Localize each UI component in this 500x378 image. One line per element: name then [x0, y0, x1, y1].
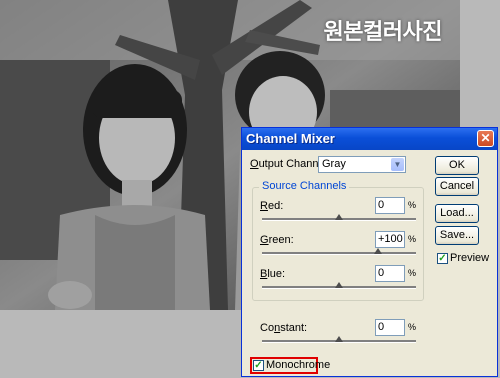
constant-slider-thumb[interactable]: [335, 336, 343, 342]
source-channels-title: Source Channels: [259, 180, 350, 192]
green-input[interactable]: +100: [375, 231, 405, 248]
red-slider-thumb[interactable]: [335, 214, 343, 220]
output-channel-select[interactable]: Gray ▼: [318, 156, 406, 173]
dialog-title: Channel Mixer: [246, 131, 335, 146]
green-unit: %: [408, 234, 417, 244]
green-slider-track[interactable]: [262, 252, 416, 255]
blue-slider-thumb[interactable]: [335, 282, 343, 288]
green-slider-thumb[interactable]: [373, 248, 382, 254]
blue-label: Blue:: [260, 268, 286, 280]
dialog-titlebar[interactable]: Channel Mixer ✕: [242, 128, 497, 150]
close-button[interactable]: ✕: [477, 130, 494, 147]
constant-input[interactable]: 0: [375, 319, 405, 336]
save-button[interactable]: Save...: [435, 226, 479, 245]
close-icon: ✕: [480, 131, 491, 145]
output-channel-value: Gray: [322, 158, 346, 170]
channel-mixer-dialog: Channel Mixer ✕ Output Channel: Gray ▼ S…: [241, 127, 498, 377]
red-input[interactable]: 0: [375, 197, 405, 214]
monochrome-checkbox[interactable]: ✓: [253, 360, 264, 371]
ok-button[interactable]: OK: [435, 156, 479, 175]
red-label: Red:: [260, 200, 284, 212]
blue-input[interactable]: 0: [375, 265, 405, 282]
chevron-down-icon[interactable]: ▼: [391, 158, 404, 171]
green-label: Green:: [260, 234, 294, 246]
constant-label: Constant:: [260, 322, 308, 334]
monochrome-label: Monochrome: [266, 359, 331, 371]
photo-caption: 원본컬러사진: [323, 20, 443, 45]
blue-unit: %: [408, 268, 417, 278]
constant-unit: %: [408, 322, 417, 332]
cancel-button[interactable]: Cancel: [435, 177, 479, 196]
load-button[interactable]: Load...: [435, 204, 479, 223]
preview-label: Preview: [450, 252, 490, 264]
preview-checkbox[interactable]: ✓: [437, 253, 448, 264]
red-unit: %: [408, 200, 417, 210]
